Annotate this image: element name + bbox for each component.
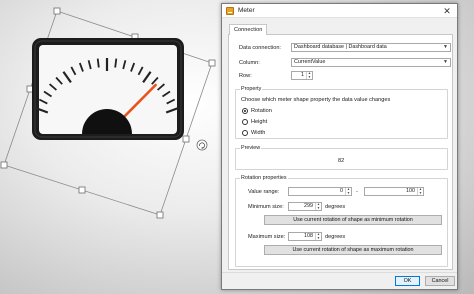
value-range-dash: - <box>356 189 358 195</box>
radio-width[interactable] <box>242 130 248 136</box>
rotate-handle-icon[interactable] <box>196 139 208 151</box>
footer-divider <box>222 272 457 273</box>
preview-group: Preview 82 <box>235 145 448 170</box>
chevron-down-icon: ▼ <box>443 44 448 50</box>
use-min-rotation-button[interactable]: Use current rotation of shape as minimum… <box>264 215 442 225</box>
radio-rotation[interactable] <box>242 108 248 114</box>
max-size-stepper[interactable]: 108 ▲ ▼ <box>288 232 322 241</box>
meter-tick <box>114 58 118 68</box>
dialog-titlebar[interactable]: Meter ✕ <box>222 4 457 18</box>
row-label: Row: <box>239 73 252 79</box>
column-select[interactable]: CurrentValue ▼ <box>291 58 451 67</box>
min-size-stepper[interactable]: 299 ▲ ▼ <box>288 202 322 211</box>
property-group: Property Choose which meter shape proper… <box>235 86 448 139</box>
data-connection-value: Dashboard database | Dashboard data <box>294 44 387 50</box>
spin-arrows-icon[interactable]: ▲ ▼ <box>315 232 321 240</box>
resize-handle-top-right[interactable] <box>208 59 216 67</box>
tab-connection[interactable]: Connection <box>229 24 268 35</box>
spin-arrows-icon[interactable]: ▲ ▼ <box>417 187 423 195</box>
cancel-button[interactable]: Cancel <box>425 276 455 286</box>
radio-rotation-label: Rotation <box>251 108 272 114</box>
rotation-group-title: Rotation properties <box>240 175 288 182</box>
chevron-down-icon: ▼ <box>443 59 448 65</box>
resize-handle-bottom[interactable] <box>78 186 86 194</box>
meter-shape-svg[interactable] <box>0 0 226 294</box>
radio-height[interactable] <box>242 119 248 125</box>
radio-width-label: Width <box>251 130 266 136</box>
value-range-max: 100 <box>406 188 415 194</box>
row-value: 1 <box>301 72 304 78</box>
resize-handle-bottom-left[interactable] <box>0 161 8 169</box>
value-range-max-stepper[interactable]: 100 ▲ ▼ <box>364 187 424 196</box>
property-group-title: Property <box>240 86 263 93</box>
preview-group-title: Preview <box>240 145 262 152</box>
max-size-label: Maximum size: <box>248 234 286 240</box>
drawing-canvas[interactable] <box>0 0 226 294</box>
property-hint: Choose which meter shape property the da… <box>241 97 391 103</box>
preview-value: 82 <box>338 158 345 164</box>
value-range-min-stepper[interactable]: 0 ▲ ▼ <box>288 187 352 196</box>
max-size-value: 108 <box>304 233 313 239</box>
min-size-unit: degrees <box>325 204 346 210</box>
close-button[interactable]: ✕ <box>440 5 454 17</box>
meter-tick <box>96 58 100 68</box>
resize-handle-top-left[interactable] <box>53 7 61 15</box>
spin-arrows-icon[interactable]: ▲ ▼ <box>306 71 312 79</box>
ok-button[interactable]: OK <box>395 276 420 286</box>
spin-arrows-icon[interactable]: ▲ ▼ <box>315 202 321 210</box>
min-size-label: Minimum size: <box>248 204 284 210</box>
value-range-min: 0 <box>340 188 343 194</box>
meter-dialog: Meter ✕ Connection Data connection: Dash… <box>221 3 458 290</box>
data-connection-select[interactable]: Dashboard database | Dashboard data ▼ <box>291 43 451 52</box>
dialog-title: Meter <box>238 7 255 14</box>
use-max-rotation-button[interactable]: Use current rotation of shape as maximum… <box>264 245 442 255</box>
row-stepper[interactable]: 1 ▲ ▼ <box>291 71 313 80</box>
min-size-value: 299 <box>304 203 313 209</box>
radio-height-label: Height <box>251 119 268 125</box>
resize-handle-bottom-right[interactable] <box>156 211 164 219</box>
app-icon <box>226 7 234 15</box>
column-label: Column: <box>239 60 260 66</box>
value-range-label: Value range: <box>248 189 280 195</box>
max-size-unit: degrees <box>325 234 346 240</box>
data-connection-label: Data connection: <box>239 45 281 51</box>
connection-panel: Data connection: Dashboard database | Da… <box>228 34 453 270</box>
spin-arrows-icon[interactable]: ▲ ▼ <box>345 187 351 195</box>
resize-handle-right[interactable] <box>182 135 190 143</box>
rotation-properties-group: Rotation properties Value range: 0 ▲ ▼ - … <box>235 175 448 267</box>
column-value: CurrentValue <box>294 59 326 65</box>
